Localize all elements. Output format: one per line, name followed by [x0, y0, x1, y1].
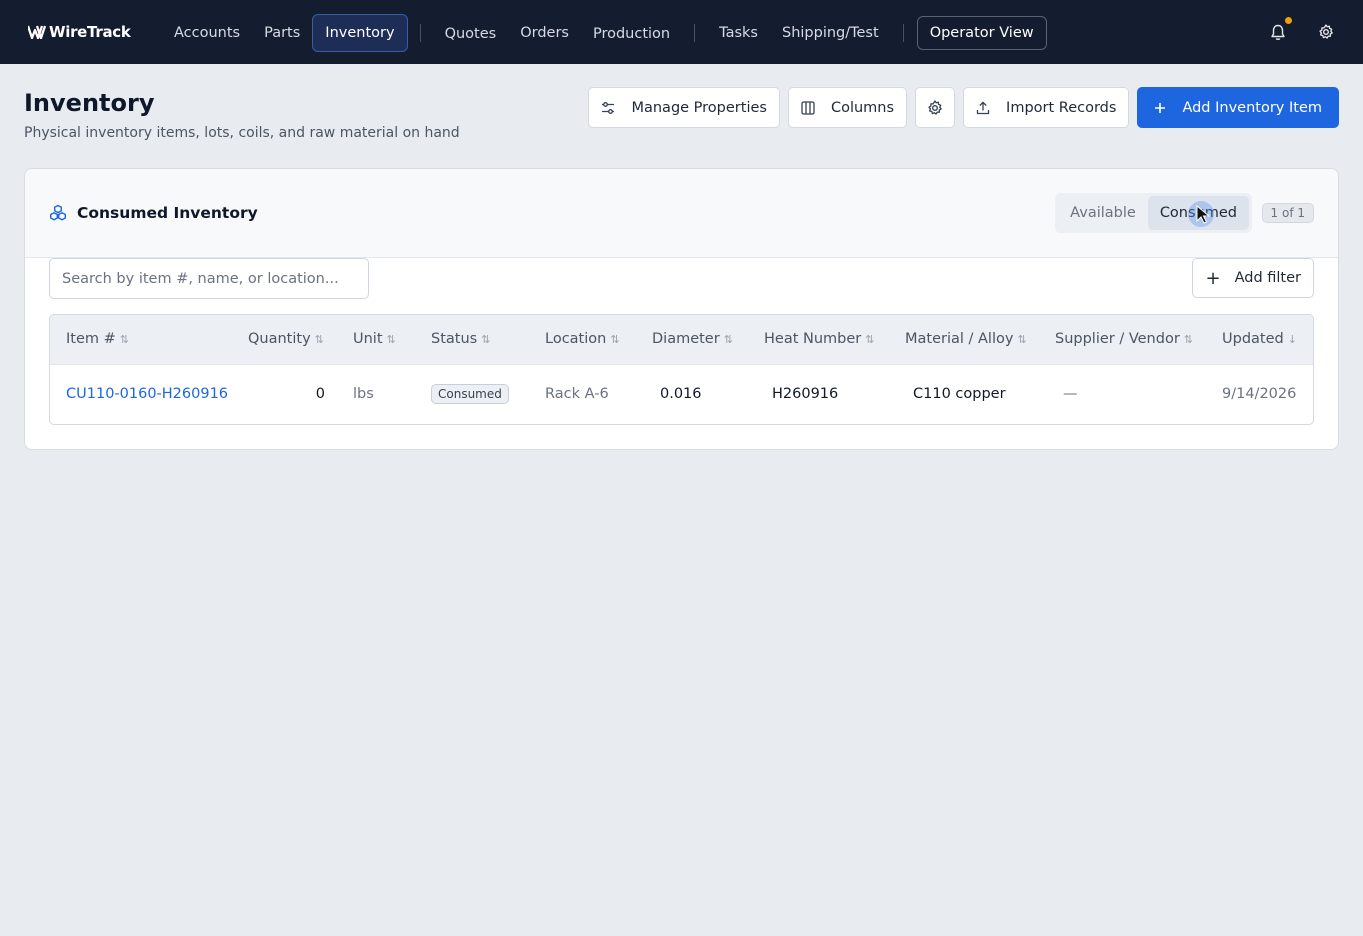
nav-inventory[interactable]: Inventory — [312, 14, 408, 52]
sort-icon: ⇅ — [314, 333, 324, 347]
sort-icon: ⇅ — [1017, 333, 1027, 347]
col-header-diameter[interactable]: Diameter ⇅ — [636, 315, 748, 364]
top-icons — [1269, 0, 1335, 64]
cell-unit: lbs — [353, 386, 374, 403]
sliders-icon — [601, 101, 615, 115]
search-input[interactable] — [49, 258, 369, 299]
col-header-material[interactable]: Material / Alloy ⇅ — [889, 315, 1039, 364]
main-nav: Accounts Parts Inventory Quotes Orders P… — [162, 13, 1047, 53]
app-logo[interactable]: WireTrack — [28, 23, 131, 41]
manage-properties-label: Manage Properties — [631, 99, 767, 116]
nav-divider — [419, 24, 421, 42]
mouse-cursor-icon — [1196, 205, 1211, 224]
result-count-badge: 1 of 1 — [1261, 203, 1314, 223]
top-nav-bar: WireTrack Accounts Parts Inventory Quote… — [0, 0, 1363, 64]
add-inventory-item-label: Add Inventory Item — [1182, 99, 1322, 116]
nav-production[interactable]: Production — [581, 15, 682, 53]
gear-icon[interactable] — [1317, 23, 1335, 41]
cell-heat-number: H260916 — [772, 386, 839, 403]
nav-quotes[interactable]: Quotes — [433, 15, 509, 53]
sort-icon: ⇅ — [723, 333, 733, 347]
col-header-unit[interactable]: Unit ⇅ — [337, 315, 415, 364]
col-header-supplier[interactable]: Supplier / Vendor ⇅ — [1039, 315, 1206, 364]
col-label: Unit — [353, 331, 383, 348]
col-label: Supplier / Vendor — [1055, 331, 1180, 348]
cell-diameter: 0.016 — [660, 386, 702, 403]
upload-icon — [976, 101, 990, 115]
inventory-table: Item # ⇅ Quantity ⇅ Unit ⇅ Status ⇅ Location… — [49, 314, 1314, 425]
cell-location: Rack A-6 — [545, 386, 609, 403]
col-header-heat-number[interactable]: Heat Number ⇅ — [748, 315, 889, 364]
plus-icon — [1154, 102, 1166, 114]
page-subtitle: Physical inventory items, lots, coils, a… — [24, 125, 460, 141]
plus-icon: + — [1205, 267, 1221, 289]
sort-icon: ⇅ — [119, 333, 129, 347]
columns-label: Columns — [830, 99, 895, 116]
col-label: Item # — [66, 331, 116, 348]
table-row[interactable]: CU110-0160-H260916 0 lbs Consumed Rack A… — [50, 364, 1313, 424]
col-header-status[interactable]: Status ⇅ — [415, 315, 529, 364]
settings-button[interactable] — [915, 87, 956, 128]
card-title: Consumed Inventory — [49, 204, 258, 222]
nav-shipping-test[interactable]: Shipping/Test — [770, 14, 891, 52]
table-header-row: Item # ⇅ Quantity ⇅ Unit ⇅ Status ⇅ Location… — [50, 315, 1313, 364]
notification-dot — [1285, 17, 1292, 24]
nav-orders[interactable]: Orders — [508, 14, 581, 52]
col-label: Diameter — [652, 331, 720, 348]
item-number-link[interactable]: CU110-0160-H260916 — [50, 364, 232, 424]
boxes-icon — [49, 204, 67, 222]
add-filter-button[interactable]: + Add filter — [1192, 258, 1314, 298]
add-filter-label: Add filter — [1234, 270, 1301, 286]
sort-icon: ⇅ — [1183, 333, 1194, 347]
inventory-card: Consumed Inventory Available Consumed 1 … — [24, 168, 1339, 450]
manage-properties-button[interactable]: Manage Properties — [588, 87, 780, 128]
nav-divider — [902, 24, 904, 42]
operator-view-button[interactable]: Operator View — [916, 16, 1047, 50]
bell-icon[interactable] — [1269, 17, 1292, 41]
nav-parts[interactable]: Parts — [252, 14, 312, 52]
availability-toggle: Available Consumed — [1055, 193, 1252, 233]
nav-tasks[interactable]: Tasks — [707, 14, 770, 52]
sort-icon: ⇅ — [386, 333, 396, 347]
cell-supplier: — — [1063, 386, 1078, 403]
header-actions: Manage Properties Columns Import Records… — [588, 87, 1339, 128]
wiretrack-logo-icon — [28, 25, 47, 39]
cell-status: Consumed — [415, 364, 529, 424]
sort-icon: ⇅ — [865, 333, 875, 347]
col-label: Status — [431, 331, 478, 348]
cell-quantity: 0 — [315, 386, 325, 403]
sort-icon: ⇅ — [481, 333, 491, 347]
columns-button[interactable]: Columns — [787, 87, 908, 128]
sort-desc-icon: ↓ — [1287, 333, 1297, 347]
col-label: Updated — [1222, 331, 1284, 348]
status-badge: Consumed — [431, 384, 509, 405]
sort-icon: ⇅ — [610, 333, 620, 347]
cell-updated: 9/14/2026 — [1222, 386, 1297, 403]
card-title-text: Consumed Inventory — [77, 204, 258, 222]
col-label: Material / Alloy — [905, 331, 1014, 348]
gear-icon — [927, 99, 943, 116]
segment-available[interactable]: Available — [1058, 196, 1148, 230]
col-header-updated[interactable]: Updated ↓ — [1206, 315, 1313, 364]
col-label: Location — [545, 331, 607, 348]
import-records-label: Import Records — [1006, 99, 1117, 116]
cell-material: C110 copper — [913, 386, 1006, 403]
col-label: Heat Number — [764, 331, 862, 348]
logo-text: WireTrack — [49, 23, 131, 41]
nav-divider — [694, 24, 696, 42]
nav-accounts[interactable]: Accounts — [162, 14, 252, 52]
col-label: Quantity — [248, 331, 311, 348]
col-header-quantity[interactable]: Quantity ⇅ — [232, 315, 337, 364]
col-header-item[interactable]: Item # ⇅ — [50, 315, 232, 364]
columns-icon — [801, 100, 815, 115]
page-title: Inventory — [24, 89, 155, 117]
col-header-location[interactable]: Location ⇅ — [529, 315, 636, 364]
add-inventory-item-button[interactable]: Add Inventory Item — [1137, 87, 1339, 128]
import-records-button[interactable]: Import Records — [963, 87, 1130, 128]
card-header: Consumed Inventory Available Consumed 1 … — [25, 169, 1338, 258]
